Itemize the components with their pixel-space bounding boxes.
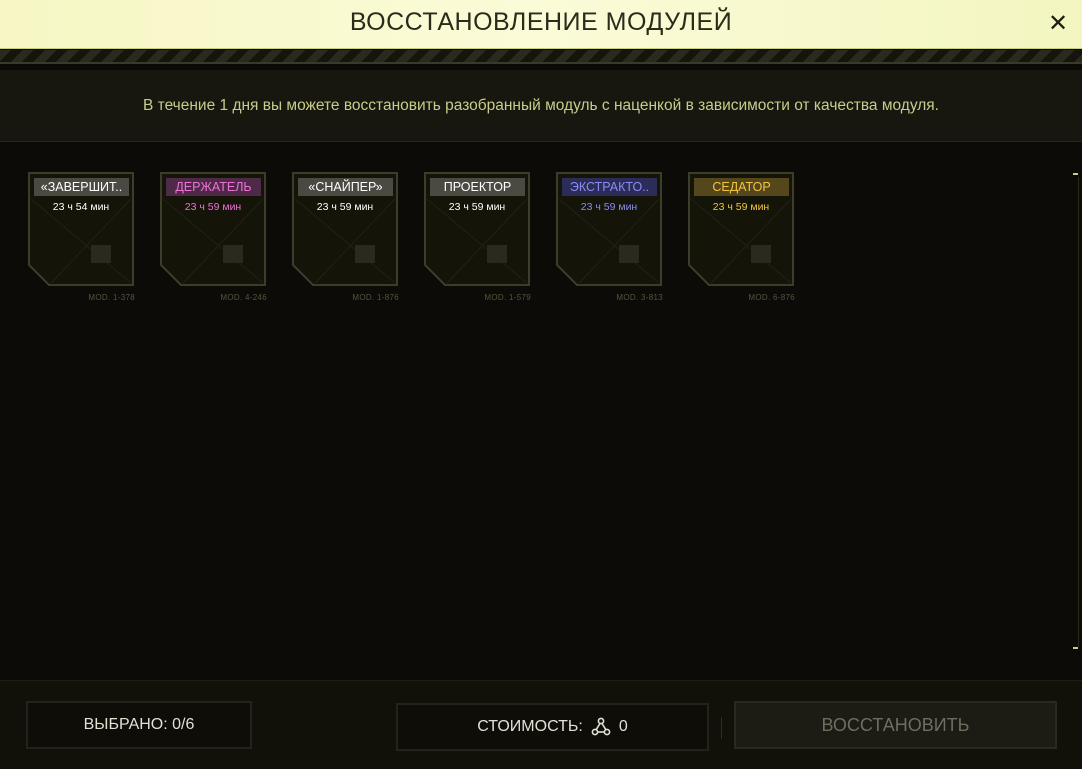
module-slot-icon — [751, 245, 771, 263]
module-name: ЭКСТРАКТО.. — [562, 178, 657, 196]
module-timer: 23 ч 54 мин — [52, 201, 110, 213]
module-timer: 23 ч 59 мин — [712, 201, 770, 213]
divider — [721, 717, 722, 739]
selected-counter: ВЫБРАНО: 0/6 — [26, 701, 252, 749]
module-slot-icon — [355, 245, 375, 263]
module-slot-icon — [619, 245, 639, 263]
hazard-stripe — [0, 50, 1082, 64]
scrollbar-track[interactable] — [1078, 177, 1079, 647]
module-slot-icon — [91, 245, 111, 263]
cost-label: СТОИМОСТЬ: — [477, 718, 583, 735]
dialog-footer: ВЫБРАНО: 0/6 СТОИМОСТЬ: 0 ВОССТАНОВИТЬ — [0, 680, 1082, 769]
module-id: MOD. 1-579 — [484, 293, 531, 302]
restore-button[interactable]: ВОССТАНОВИТЬ — [734, 701, 1057, 749]
module-card[interactable]: «ЗАВЕРШИТ.. 23 ч 54 мин MOD. 1-378 — [27, 171, 137, 303]
module-name: ДЕРЖАТЕЛЬ — [166, 178, 261, 196]
module-slot-icon — [223, 245, 243, 263]
module-card[interactable]: «СНАЙПЕР» 23 ч 59 мин MOD. 1-876 — [291, 171, 401, 303]
module-id: MOD. 6-876 — [748, 293, 795, 302]
cost-value: 0 — [618, 718, 628, 735]
module-id: MOD. 4-246 — [220, 293, 267, 302]
module-timer: 23 ч 59 мин — [184, 201, 242, 213]
module-id: MOD. 3-813 — [616, 293, 663, 302]
module-name: «СНАЙПЕР» — [298, 178, 393, 196]
close-icon[interactable]: ✕ — [1046, 12, 1070, 36]
module-name: ПРОЕКТОР — [430, 178, 525, 196]
module-id: MOD. 1-876 — [352, 293, 399, 302]
module-card[interactable]: СЕДАТОР 23 ч 59 мин MOD. 6-876 — [687, 171, 797, 303]
module-timer: 23 ч 59 мин — [580, 201, 638, 213]
molecule-icon — [591, 717, 611, 737]
scroll-top-tick — [1073, 173, 1078, 175]
info-strip: В течение 1 дня вы можете восстановить р… — [0, 70, 1082, 142]
module-timer: 23 ч 59 мин — [316, 201, 374, 213]
module-card[interactable]: ДЕРЖАТЕЛЬ 23 ч 59 мин MOD. 4-246 — [159, 171, 269, 303]
module-slot-icon — [487, 245, 507, 263]
module-name: СЕДАТОР — [694, 178, 789, 196]
module-card[interactable]: ПРОЕКТОР 23 ч 59 мин MOD. 1-579 — [423, 171, 533, 303]
module-timer: 23 ч 59 мин — [448, 201, 506, 213]
dialog-title: ВОССТАНОВЛЕНИЕ МОДУЛЕЙ — [349, 8, 733, 36]
module-card[interactable]: ЭКСТРАКТО.. 23 ч 59 мин MOD. 3-813 — [555, 171, 665, 303]
scroll-bottom-tick — [1073, 647, 1078, 649]
module-name: «ЗАВЕРШИТ.. — [34, 178, 129, 196]
dialog-header: ВОССТАНОВЛЕНИЕ МОДУЛЕЙ ✕ — [0, 0, 1082, 49]
cost-panel: СТОИМОСТЬ: 0 — [396, 703, 709, 751]
modules-grid: «ЗАВЕРШИТ.. 23 ч 54 мин MOD. 1-378 ДЕРЖАТЕЛ… — [0, 143, 1082, 680]
module-id: MOD. 1-378 — [88, 293, 135, 302]
info-text: В течение 1 дня вы можете восстановить р… — [143, 97, 939, 114]
